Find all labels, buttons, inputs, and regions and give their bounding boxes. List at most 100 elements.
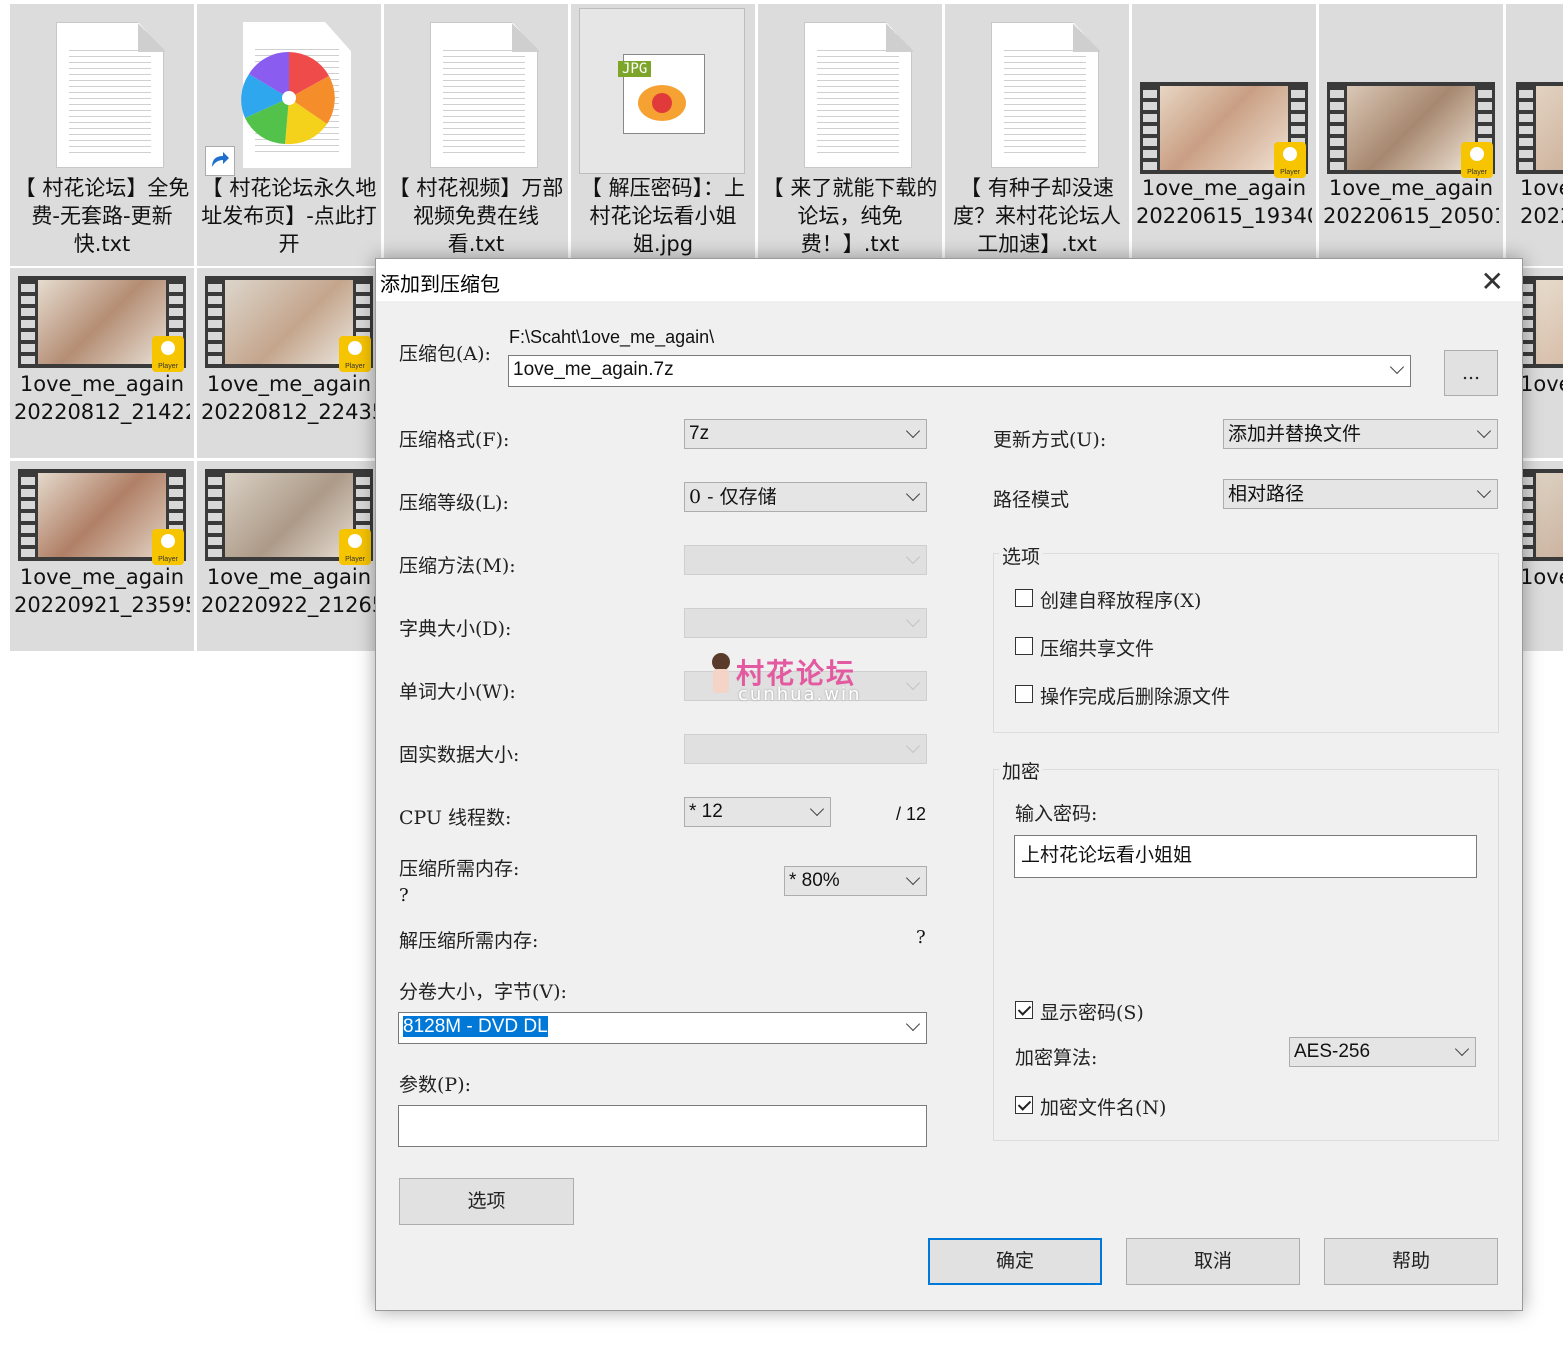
file-item-video[interactable]: 1ove_me_again 20220615_193408.ts [1132,4,1316,266]
file-name: 【 解压密码】：上村花论坛看小姐姐.jpg [580,176,746,256]
file-name: 1ove 2022 [1520,565,1563,589]
level-select[interactable]: 0 - 仅存储 [684,482,927,512]
video-thumbnail [1516,469,1563,561]
cpu-threads-value: * 12 [689,801,723,822]
file-name: 1ove_me_again 20220921_235958.mp4 [14,565,190,617]
password-label: 输入密码: [1015,803,1098,825]
options-button[interactable]: 选项 [399,1178,574,1225]
video-thumbnail [18,469,186,565]
dialog-titlebar: 添加到压缩包 ✕ [376,259,1522,301]
encryption-method-select[interactable]: AES-256 [1289,1037,1476,1067]
update-mode-value: 添加并替换文件 [1228,423,1362,445]
player-badge-icon [1274,142,1306,178]
file-item-video[interactable]: 1ove_me_again 2022 [1506,4,1563,266]
file-name: 1ove 2022 [1520,372,1563,396]
password-input[interactable]: 上村花论坛看小姐姐 [1014,835,1477,878]
memory-percent-select[interactable]: * 80% [784,866,927,896]
decompress-memory-label: 解压缩所需内存: [399,930,539,952]
encryption-method-value: AES-256 [1294,1041,1371,1062]
parameters-input[interactable] [398,1105,927,1147]
cpu-threads-select[interactable]: * 12 [684,797,831,827]
volume-size-value: 8128M - DVD DL [403,1016,548,1037]
encryption-method-label: 加密算法: [1015,1047,1098,1069]
player-badge-icon [1461,142,1493,178]
shared-files-checkbox[interactable] [1015,637,1033,655]
archive-name-combo[interactable]: 1ove_me_again.7z [508,355,1411,387]
solid-block-label: 固实数据大小: [399,744,520,766]
jpg-badge: JPG [618,61,652,77]
file-name: 【 有种子却没速度？来村花论坛人工加速】.txt [953,176,1121,256]
file-name: 1ove_me_again 2022 [1520,176,1563,228]
level-label: 压缩等级(L): [399,492,509,514]
show-password-checkbox[interactable] [1015,1001,1033,1019]
file-item-shortcut[interactable]: 【 村花论坛永久地址发布页】-点此打开 [197,4,381,266]
browse-button[interactable]: ... [1444,350,1498,396]
word-size-label: 单词大小(W): [399,681,516,703]
encrypt-filenames-label: 加密文件名(N) [1040,1097,1167,1119]
file-name: 1ove_me_again 20220615_193408.ts [1136,176,1312,228]
volume-size-label: 分卷大小，字节(V): [399,981,567,1003]
pinwheel-icon [241,51,335,145]
update-mode-label: 更新方式(U): [993,429,1107,451]
video-thumbnail [1140,82,1308,178]
file-item-jpg[interactable]: JPG 【 解压密码】：上村花论坛看小姐姐.jpg [571,4,755,266]
file-name: 【 村花论坛永久地址发布页】-点此打开 [201,176,377,256]
video-thumbnail [1516,276,1563,368]
video-thumbnail [1327,82,1495,178]
cpu-threads-total: / 12 [896,804,927,824]
level-value: 0 - 仅存储 [689,486,777,508]
cancel-button[interactable]: 取消 [1126,1238,1300,1285]
path-mode-select[interactable]: 相对路径 [1223,479,1498,509]
method-label: 压缩方法(M): [399,555,516,577]
file-name: 1ove_me_again 20220812_214225.mp4 [14,372,190,424]
format-value: 7z [689,423,710,444]
memory-percent-value: * 80% [789,870,840,891]
memory-label: 压缩所需内存: [399,858,520,880]
parameters-label: 参数(P): [399,1074,472,1096]
chevron-down-icon [905,486,921,502]
shortcut-arrow-icon [205,146,235,176]
file-item-txt[interactable]: 【 村花视频】万部视频免费在线看.txt [384,4,568,266]
player-badge-icon [339,529,371,565]
volume-size-select[interactable]: 8128M - DVD DL [398,1012,927,1044]
chevron-down-icon [905,549,921,565]
file-item-txt[interactable]: 【 来了就能下载的论坛，纯免费！】.txt [758,4,942,266]
path-mode-value: 相对路径 [1228,483,1305,505]
format-select[interactable]: 7z [684,419,927,449]
sfx-label: 创建自释放程序(X) [1040,590,1202,612]
chevron-down-icon [905,870,921,886]
show-password-label: 显示密码(S) [1040,1002,1144,1024]
chevron-down-icon [1389,359,1405,375]
delete-after-label: 操作完成后删除源文件 [1040,686,1231,708]
file-name: 【 村花视频】万部视频免费在线看.txt [388,176,564,256]
player-badge-icon [152,336,184,372]
video-thumbnail [205,469,373,565]
file-item-video[interactable]: 1ove_me_again 20220921_235958.mp4 [10,461,194,651]
shared-files-label: 压缩共享文件 [1040,638,1155,660]
file-item-txt[interactable]: 【 有种子却没速度？来村花论坛人工加速】.txt [945,4,1129,266]
encrypt-filenames-checkbox[interactable] [1015,1096,1033,1114]
ok-button[interactable]: 确定 [928,1238,1102,1285]
help-button[interactable]: 帮助 [1324,1238,1498,1285]
chevron-down-icon [905,612,921,628]
memory-value: ? [399,885,409,906]
solid-block-select [684,734,927,764]
dialog-title: 添加到压缩包 [380,272,500,296]
file-item-video[interactable]: 1ove_me_again 20220615_205018.ts [1319,4,1503,266]
decompress-memory-value: ? [916,927,926,948]
add-to-archive-dialog: 添加到压缩包 ✕ 压缩包(A): F:\Scaht\1ove_me_again\… [375,258,1523,1311]
close-icon[interactable]: ✕ [1481,265,1504,298]
file-name: 1ove_me_again 20220812_224356.mp4 [201,372,377,424]
video-thumbnail [18,276,186,372]
archive-path: F:\Scaht\1ove_me_again\ [509,327,715,347]
file-item-video[interactable]: 1ove_me_again 20220812_214225.mp4 [10,268,194,458]
chevron-down-icon [1476,483,1492,499]
format-label: 压缩格式(F): [399,429,510,451]
file-item-video[interactable]: 1ove_me_again 20220922_212656.ts [197,461,381,651]
file-item-txt[interactable]: 【 村花论坛】全免费-无套路-更新快.txt [10,4,194,266]
file-item-video[interactable]: 1ove_me_again 20220812_224356.mp4 [197,268,381,458]
delete-after-checkbox[interactable] [1015,685,1033,703]
update-mode-select[interactable]: 添加并替换文件 [1223,419,1498,449]
video-thumbnail [1516,82,1563,174]
sfx-checkbox[interactable] [1015,589,1033,607]
